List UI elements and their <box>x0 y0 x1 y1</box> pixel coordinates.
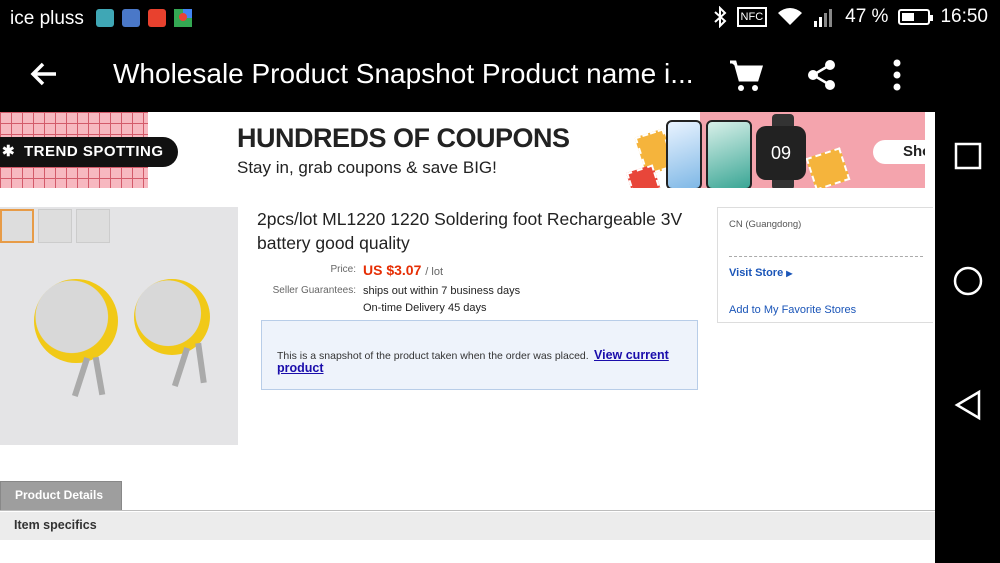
back-button[interactable] <box>26 56 62 92</box>
product-price: US $3.07 / lot <box>363 262 443 278</box>
recents-button[interactable] <box>951 139 985 173</box>
clock: 16:50 <box>940 6 988 27</box>
battery-tip <box>930 15 934 21</box>
battery-percent: 47 % <box>845 6 889 27</box>
phone-graphic <box>666 120 702 188</box>
bluetooth-icon <box>713 6 726 28</box>
download-notification-icon <box>96 9 114 27</box>
aliexpress-notification-icon <box>148 9 166 27</box>
item-specifics-header: Item specifics <box>0 512 935 540</box>
store-info-box: CN (Guangdong) Visit Store ▶ Add to My F… <box>717 207 933 323</box>
guarantees-label: Seller Guarantees: <box>272 285 356 296</box>
solder-leg-image <box>195 342 207 384</box>
device-screen: ice pluss NFC 47 % 16:50 Wholesale Produ… <box>0 0 1000 563</box>
gb-app-notification-icon <box>122 9 140 27</box>
carrier-name: ice pluss <box>10 8 84 29</box>
tab-product-details[interactable]: Product Details <box>0 481 122 511</box>
item-specifics-title: Item specifics <box>14 518 97 532</box>
nfc-icon: NFC <box>736 7 768 27</box>
visit-store-label: Visit Store <box>729 267 784 279</box>
price-unit: / lot <box>425 266 443 278</box>
snapshot-notice: This is a snapshot of the product taken … <box>261 320 698 390</box>
status-bar: ice pluss NFC 47 % 16:50 <box>0 0 1000 38</box>
cart-button[interactable] <box>728 58 764 94</box>
notification-icons <box>96 9 192 27</box>
more-vert-icon <box>893 59 901 91</box>
signal-icon <box>814 9 833 27</box>
share-button[interactable] <box>805 58 839 92</box>
cart-icon <box>730 60 764 91</box>
page-title: Wholesale Product Snapshot Product name … <box>113 58 694 89</box>
solder-leg-image <box>92 356 106 396</box>
webview-page: ✱ TREND SPOTTING HUNDREDS OF COUPONS Sta… <box>0 112 935 563</box>
view-current-product-link[interactable]: View current <box>594 348 669 362</box>
square-icon <box>954 142 982 170</box>
banner-headline: HUNDREDS OF COUPONS <box>237 123 570 153</box>
home-button[interactable] <box>951 264 985 298</box>
wifi-icon <box>778 8 803 25</box>
price-label: Price: <box>330 264 356 275</box>
add-favorite-store-link[interactable]: Add to My Favorite Stores <box>729 304 856 316</box>
battery-icon <box>898 9 934 25</box>
guarantee-delivery: On-time Delivery 45 days <box>363 302 487 314</box>
visit-store-link[interactable]: Visit Store ▶ <box>729 267 792 279</box>
tab-divider <box>0 510 935 511</box>
divider <box>729 256 923 257</box>
product-title: 2pcs/lot ML1220 1220 Soldering foot Rech… <box>257 209 683 253</box>
maps-notification-icon <box>174 9 192 27</box>
thumbnail-3[interactable] <box>76 209 110 243</box>
star-icon: ✱ <box>2 143 16 160</box>
thumbnail-2[interactable] <box>38 209 72 243</box>
thumbnail-1[interactable] <box>0 209 34 243</box>
trend-spotting-label: TREND SPOTTING <box>24 143 164 160</box>
shop-now-button[interactable]: Sho <box>873 140 925 164</box>
system-icons: NFC 47 % 16:50 <box>713 6 988 28</box>
triangle-back-icon <box>954 389 981 421</box>
arrow-back-icon <box>30 62 56 86</box>
promo-banner[interactable]: ✱ TREND SPOTTING HUNDREDS OF COUPONS Sta… <box>0 112 925 188</box>
view-current-product-link-continued[interactable]: product <box>277 361 324 375</box>
battery-level-fill <box>902 13 914 21</box>
smartwatch-graphic: 09 <box>756 126 806 180</box>
system-nav-bar <box>935 38 1000 563</box>
battery-coin-image <box>34 279 118 363</box>
caret-right-icon: ▶ <box>786 269 793 278</box>
phone-graphic <box>706 120 752 188</box>
nav-back-button[interactable] <box>951 388 985 422</box>
banner-subline: Stay in, grab coupons & save BIG! <box>237 158 497 177</box>
thumbnail-strip <box>0 209 110 243</box>
price-value: US $3.07 <box>363 262 422 278</box>
shop-now-label: Sho <box>903 143 925 160</box>
share-icon <box>808 60 835 90</box>
circle-icon <box>953 266 983 296</box>
solder-leg-image <box>71 357 91 397</box>
trend-spotting-tag: ✱ TREND SPOTTING <box>0 137 178 167</box>
guarantee-shipping: ships out within 7 business days <box>363 285 521 297</box>
more-options-button[interactable] <box>882 58 912 92</box>
app-bar: Wholesale Product Snapshot Product name … <box>0 38 935 112</box>
store-location: CN (Guangdong) <box>729 219 802 230</box>
